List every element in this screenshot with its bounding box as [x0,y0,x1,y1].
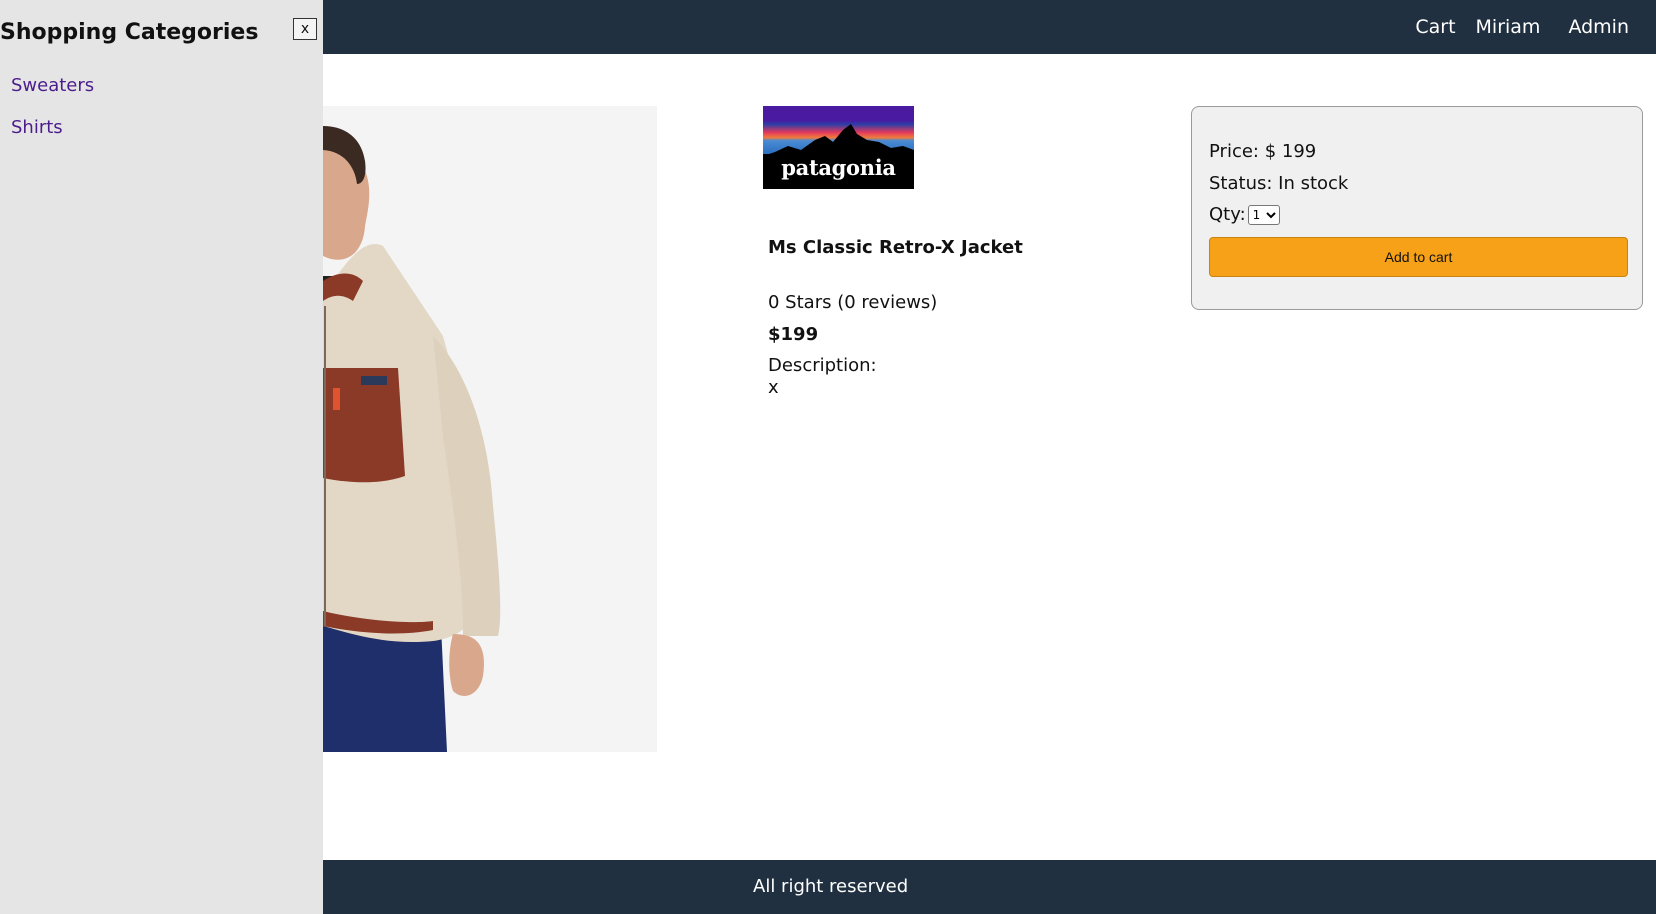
add-to-cart-button[interactable]: Add to cart [1209,237,1628,277]
sidebar-item-shirts[interactable]: Shirts [11,116,94,158]
sidebar-close-button[interactable]: x [293,18,317,40]
product-price: $199 [768,324,819,345]
product-image [323,106,657,752]
qty-row: Qty: 1 [1209,204,1280,225]
product-info: Ms Classic Retro-X Jacket 0 Stars (0 rev… [768,237,1148,398]
footer-text: All right reserved [753,876,909,897]
jacket-photo [323,106,657,752]
description-label: Description: [768,355,877,376]
product-title: Ms Classic Retro-X Jacket [768,237,1023,258]
category-list: Sweaters Shirts [11,74,94,158]
product-rating: 0 Stars (0 reviews) [768,292,938,313]
logo-wordmark: patagonia [781,155,896,180]
categories-sidebar: Shopping Categories x Sweaters Shirts [0,0,323,914]
product-description: x [768,377,779,398]
qty-select[interactable]: 1 [1247,204,1280,225]
admin-menu-link[interactable]: Admin [1568,16,1629,38]
cart-link[interactable]: Cart [1415,16,1455,38]
buybox-status: Status: In stock [1209,173,1349,194]
sidebar-item-sweaters[interactable]: Sweaters [11,74,94,116]
sidebar-title: Shopping Categories [0,20,259,45]
buybox-price: Price: $ 199 [1209,141,1317,162]
top-nav-links: Cart Miriam Admin [1415,0,1629,54]
purchase-box: Price: $ 199 Status: In stock Qty: 1 Add… [1191,106,1643,310]
qty-label: Qty: [1209,204,1246,225]
brand-logo: patagonia [763,106,914,189]
user-menu-link[interactable]: Miriam [1476,16,1541,38]
